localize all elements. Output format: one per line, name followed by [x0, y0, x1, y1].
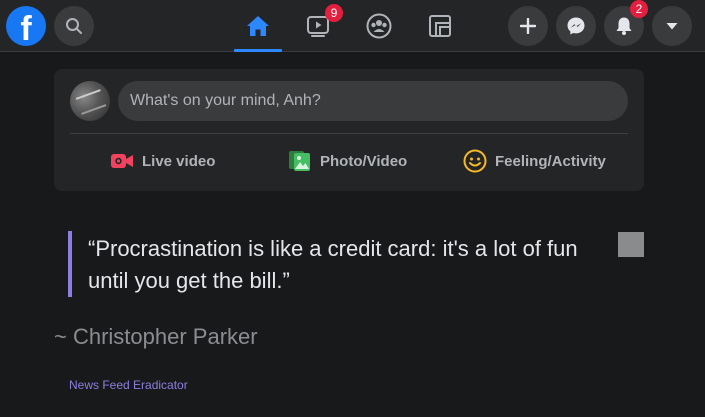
composer-divider: [70, 133, 628, 134]
feeling-activity-label: Feeling/Activity: [495, 152, 606, 170]
quote-author: ~ Christopher Parker: [54, 324, 258, 349]
search-button[interactable]: [54, 6, 94, 46]
quote-options-button[interactable]: [618, 232, 644, 257]
feeling-icon: [463, 149, 487, 173]
messenger-button[interactable]: [556, 6, 596, 46]
notifications-badge: 2: [630, 0, 648, 18]
account-menu-button[interactable]: [652, 6, 692, 46]
watch-badge: 9: [325, 4, 343, 22]
tab-gaming[interactable]: [416, 0, 464, 52]
top-navigation-bar: f 9 2: [0, 0, 705, 52]
quote-accent-bar: [68, 231, 72, 297]
facebook-logo[interactable]: f: [6, 6, 46, 48]
live-video-label: Live video: [142, 152, 216, 170]
notifications-button[interactable]: 2: [604, 0, 648, 46]
photo-video-button[interactable]: Photo/Video: [288, 141, 407, 181]
avatar[interactable]: [70, 81, 110, 121]
photo-video-label: Photo/Video: [320, 152, 408, 170]
gaming-icon: [429, 15, 451, 37]
create-button[interactable]: [508, 6, 548, 46]
home-icon: [247, 16, 269, 36]
live-video-button[interactable]: Live video: [110, 141, 215, 181]
plus-icon: [520, 18, 536, 34]
logo-letter: f: [20, 10, 32, 48]
groups-icon: [366, 13, 392, 39]
feeling-activity-button[interactable]: Feeling/Activity: [463, 141, 606, 181]
live-video-icon: [110, 149, 134, 173]
news-feed-eradicator-link[interactable]: News Feed Eradicator: [69, 378, 188, 392]
post-composer: What's on your mind, Anh? Live video Pho…: [54, 69, 644, 191]
active-tab-indicator: [234, 49, 282, 52]
tab-watch[interactable]: 9: [295, 0, 343, 52]
tab-home[interactable]: [234, 0, 282, 52]
quote-text: “Procrastination is like a credit card: …: [88, 236, 578, 293]
tab-groups[interactable]: [355, 0, 403, 52]
photo-icon: [288, 149, 312, 173]
search-icon: [66, 18, 82, 34]
caret-down-icon: [666, 23, 678, 30]
bell-icon: [616, 17, 632, 35]
whats-on-your-mind-input[interactable]: What's on your mind, Anh?: [118, 81, 628, 121]
messenger-icon: [567, 17, 585, 35]
